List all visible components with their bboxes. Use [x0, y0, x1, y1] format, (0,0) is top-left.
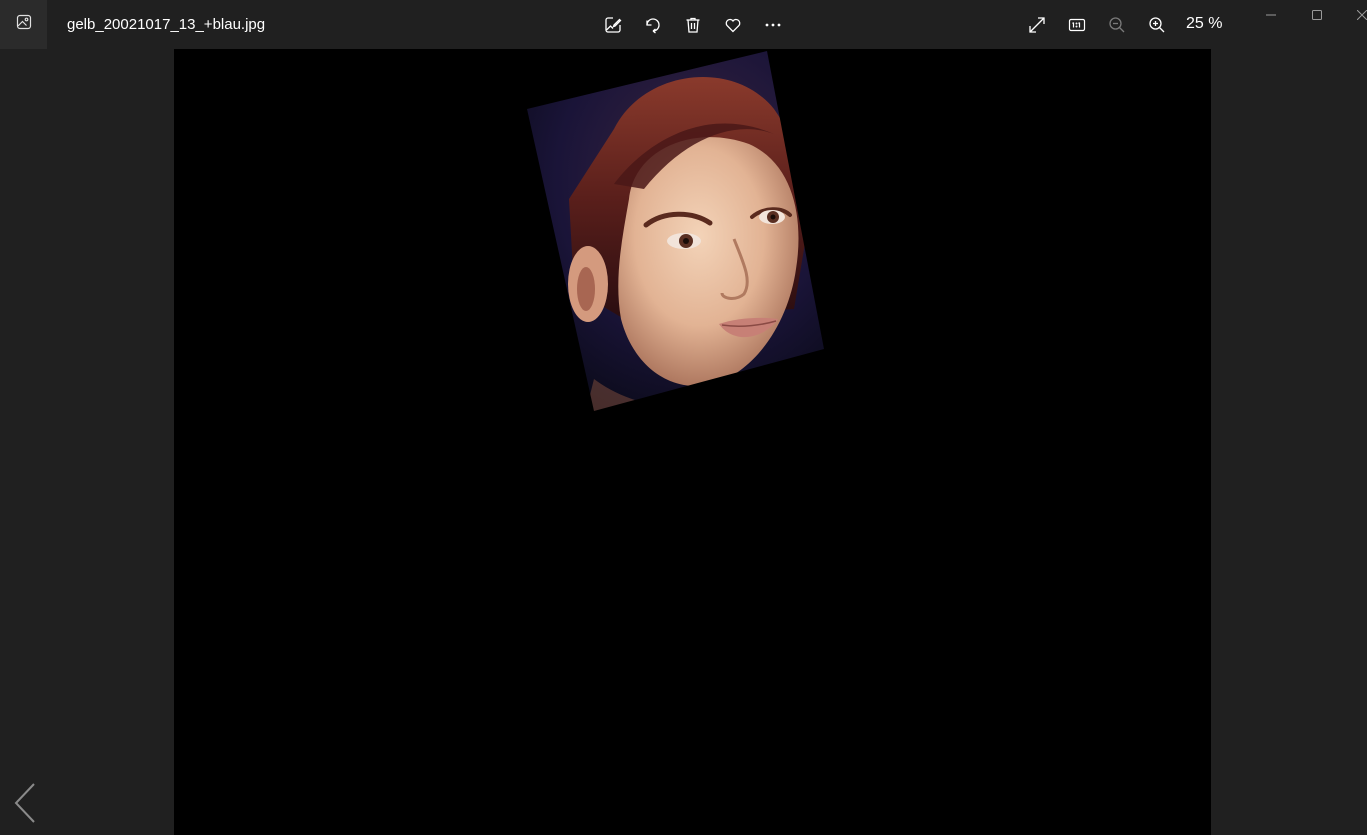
minimize-icon: [1266, 7, 1276, 25]
title-bar: gelb_20021017_13_+blau.jpg 25 %: [0, 0, 1367, 49]
more-icon: [764, 16, 782, 34]
app-menu-button[interactable]: [0, 0, 47, 49]
zoom-out-button[interactable]: [1104, 12, 1130, 38]
zoom-in-icon: [1148, 16, 1166, 34]
delete-icon: [684, 16, 702, 34]
more-options-button[interactable]: [760, 12, 786, 38]
fullscreen-button[interactable]: [1024, 12, 1050, 38]
rotate-icon: [644, 16, 662, 34]
rotate-button[interactable]: [640, 12, 666, 38]
actual-size-icon: [1068, 16, 1086, 34]
zoom-out-icon: [1108, 16, 1126, 34]
delete-button[interactable]: [680, 12, 706, 38]
image-viewer: [0, 49, 1367, 835]
fullscreen-icon: [1028, 16, 1046, 34]
maximize-button[interactable]: [1294, 0, 1340, 32]
edit-image-icon: [604, 16, 622, 34]
file-name-title: gelb_20021017_13_+blau.jpg: [67, 16, 266, 33]
zoom-level-indicator[interactable]: 25 %: [1186, 15, 1222, 33]
previous-arrow-icon: [12, 783, 40, 829]
actual-size-button[interactable]: [1064, 12, 1090, 38]
photo-canvas: [174, 49, 1211, 835]
edit-image-button[interactable]: [600, 12, 626, 38]
favorite-icon: [724, 16, 742, 34]
portrait-photo: [527, 51, 824, 411]
previous-image-button[interactable]: [12, 781, 40, 825]
close-icon: [1356, 7, 1367, 25]
minimize-button[interactable]: [1248, 0, 1294, 32]
favorite-button[interactable]: [720, 12, 746, 38]
zoom-in-button[interactable]: [1144, 12, 1170, 38]
close-button[interactable]: [1340, 0, 1367, 32]
photos-app-icon: [16, 14, 32, 35]
maximize-icon: [1312, 7, 1322, 25]
